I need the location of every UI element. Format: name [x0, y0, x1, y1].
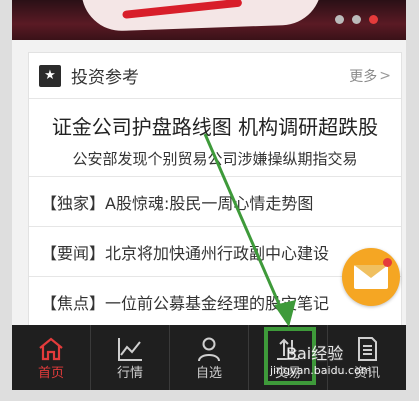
- card-header: ★ 投资参考 更多 >: [29, 53, 401, 99]
- app-screen: ★ 投资参考 更多 > 证金公司护盘路线图 机构调研超跌股 公安部发现个别贸易公…: [12, 0, 406, 390]
- chart-icon: [118, 337, 142, 361]
- envelope-icon: [354, 265, 388, 289]
- carousel-dot-active[interactable]: [369, 15, 378, 24]
- document-icon: [358, 336, 377, 361]
- carousel-dot[interactable]: [352, 15, 361, 24]
- nav-item-watchlist[interactable]: 自选: [170, 325, 249, 390]
- carousel-indicators: [335, 15, 378, 24]
- headline-subtitle: 公安部发现个别贸易公司涉嫌操纵期指交易: [72, 150, 358, 168]
- carousel-dot[interactable]: [335, 15, 344, 24]
- more-label: 更多: [349, 68, 378, 85]
- message-button[interactable]: [342, 248, 400, 306]
- banner-carousel[interactable]: [12, 0, 406, 40]
- unread-badge: [383, 258, 392, 267]
- nav-label: 行情: [116, 365, 143, 381]
- news-item[interactable]: 【独家】A股惊魂:股民一周心情走势图: [29, 177, 401, 227]
- more-link[interactable]: 更多 >: [349, 66, 391, 86]
- watermark-url: jingyan.baidu.com: [270, 364, 372, 377]
- bottom-navigation: 首页 行情 自选 交易 资讯: [12, 325, 406, 390]
- investment-reference-card: ★ 投资参考 更多 > 证金公司护盘路线图 机构调研超跌股 公安部发现个别贸易公…: [28, 52, 402, 342]
- nav-item-home[interactable]: 首页: [12, 325, 91, 390]
- user-icon: [198, 337, 220, 361]
- nav-item-market[interactable]: 行情: [91, 325, 170, 390]
- chevron-right-icon: >: [379, 67, 391, 84]
- home-icon: [39, 337, 63, 360]
- banner-image: [81, 0, 323, 33]
- headline-title: 证金公司护盘路线图 机构调研超跌股: [51, 115, 379, 139]
- nav-label: 自选: [195, 365, 222, 381]
- watermark-brand: Bai经验: [286, 344, 344, 363]
- headline-block[interactable]: 证金公司护盘路线图 机构调研超跌股 公安部发现个别贸易公司涉嫌操纵期指交易: [29, 99, 401, 177]
- card-title: 投资参考: [71, 68, 139, 88]
- nav-label: 首页: [37, 365, 64, 381]
- bookmark-star-icon: ★: [39, 64, 61, 87]
